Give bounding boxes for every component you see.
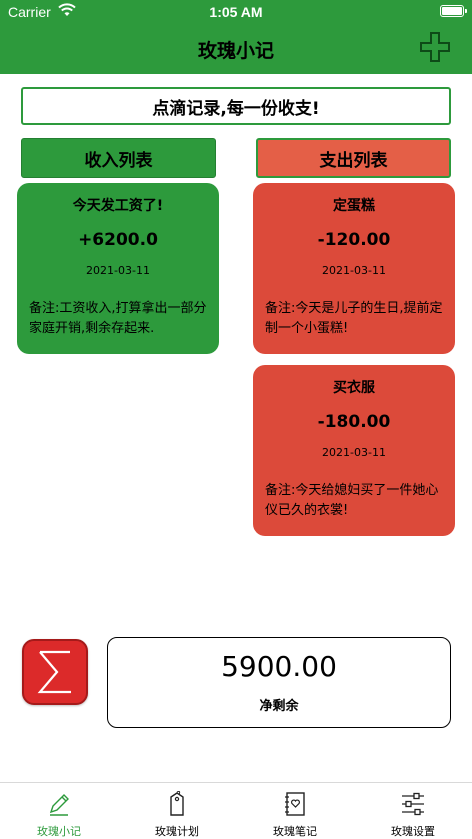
tabbar-label: 玫瑰设置	[391, 825, 435, 838]
tabbar-item-settings[interactable]: 玫瑰设置	[354, 783, 472, 839]
record-note: 备注:今天是儿子的生日,提前定制一个小蛋糕!	[265, 301, 443, 336]
net-balance-value: 5900.00	[221, 650, 337, 683]
sliders-icon	[402, 792, 424, 816]
record-title: 定蛋糕	[333, 198, 375, 214]
notebook-icon	[285, 792, 305, 816]
record-date: 2021-03-11	[322, 264, 386, 277]
plus-icon[interactable]	[420, 32, 450, 62]
tabbar-label: 玫瑰小记	[37, 825, 81, 838]
record-amount: -120.00	[317, 230, 391, 250]
bottom-tab-bar: 玫瑰小记 玫瑰计划 玫瑰笔记 玫瑰设置	[0, 782, 472, 839]
record-title: 买衣服	[333, 380, 375, 396]
record-note: 备注:今天给媳妇买了一件她心仪已久的衣裳!	[265, 483, 439, 518]
page-title: 玫瑰小记	[197, 40, 274, 62]
record-date: 2021-03-11	[86, 264, 150, 277]
record-amount: +6200.0	[78, 230, 158, 250]
status-time: 1:05 AM	[209, 4, 263, 20]
record-title: 今天发工资了!	[72, 198, 164, 214]
tabbar-item-plan[interactable]: 玫瑰计划	[118, 783, 236, 839]
record-note: 备注:工资收入,打算拿出一部分家庭开销,剩余存起来.	[29, 301, 207, 336]
expense-record-card[interactable]: 买衣服 -180.00 2021-03-11 备注:今天给媳妇买了一件她心仪已久…	[253, 365, 455, 536]
record-date: 2021-03-11	[322, 446, 386, 459]
pencil-icon	[49, 794, 69, 816]
net-balance-panel: 5900.00 净剩余	[107, 637, 451, 728]
sum-button[interactable]	[22, 639, 88, 705]
battery-icon	[440, 5, 467, 17]
income-record-card[interactable]: 今天发工资了! +6200.0 2021-03-11 备注:工资收入,打算拿出一…	[17, 183, 219, 354]
tabbar-item-notes-home[interactable]: 玫瑰小记	[0, 783, 118, 839]
tabbar-label: 玫瑰笔记	[273, 825, 317, 838]
status-bar: Carrier 1:05 AM	[0, 0, 472, 24]
sigma-icon	[37, 650, 71, 694]
tabbar-item-journal[interactable]: 玫瑰笔记	[236, 783, 354, 839]
net-balance-label: 净剩余	[259, 699, 299, 714]
slogan-banner: 点滴记录,每一份收支!	[21, 87, 451, 125]
tab-expense-list[interactable]: 支出列表	[256, 138, 451, 178]
record-amount: -180.00	[317, 412, 391, 432]
tabbar-label: 玫瑰计划	[155, 825, 199, 838]
tag-icon	[170, 791, 184, 816]
nav-header: Carrier 1:05 AM 玫瑰小记	[0, 0, 472, 74]
tab-income-list[interactable]: 收入列表	[21, 138, 216, 178]
expense-record-card[interactable]: 定蛋糕 -120.00 2021-03-11 备注:今天是儿子的生日,提前定制一…	[253, 183, 455, 354]
